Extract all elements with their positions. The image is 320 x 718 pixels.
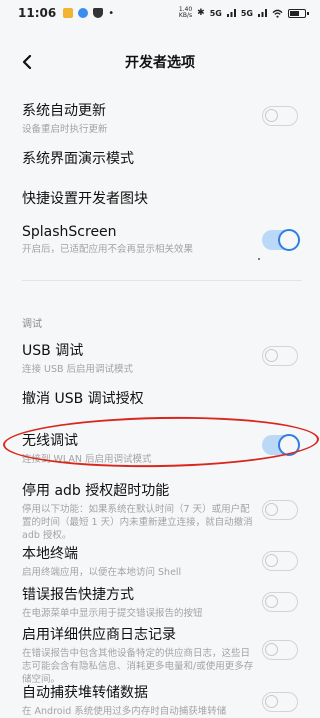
back-button[interactable]: [14, 48, 42, 76]
signal-bars-icon: [258, 9, 267, 17]
toggle-switch[interactable]: [262, 106, 298, 126]
setting-description: 开启后，已适配应用不会再显示相关效果: [22, 244, 194, 255]
setting-label: 自动捕获堆转储数据: [22, 685, 148, 701]
battery-icon: [288, 8, 309, 18]
bluetooth-icon: ✱: [197, 8, 205, 18]
setting-auto-heap-dump[interactable]: 自动捕获堆转储数据 在 Android 系统使用过多内存时自动捕获堆转储: [22, 682, 302, 718]
page-header: 开发者选项: [0, 44, 320, 80]
signal-bars-icon: [226, 9, 236, 17]
setting-system-ui-demo-mode[interactable]: 系统界面演示模式: [22, 148, 302, 168]
setting-label: 撤消 USB 调试授权: [22, 391, 144, 407]
setting-description: 在错误报告中包含其他设备特定的供应商日志，这些日志可能会含有隐私信息、消耗更多电…: [22, 648, 254, 685]
wifi-icon: [272, 9, 283, 18]
shield-icon: [93, 8, 104, 18]
toggle-switch[interactable]: [262, 551, 298, 571]
setting-quick-settings-tiles[interactable]: 快捷设置开发者图块: [22, 188, 302, 208]
setting-description: 停用以下功能：如果系统在默认时间（7 天）或用户配置的时间（最短 1 天）内未重…: [22, 504, 253, 541]
setting-label: 错误报告快捷方式: [22, 587, 134, 603]
status-time: 11:06: [18, 6, 57, 20]
setting-label: 本地终端: [22, 546, 78, 562]
status-bar: 11:06 • 1.40 KB/s ✱ 5G 5G: [0, 0, 320, 26]
setting-description: 在 Android 系统使用过多内存时自动捕获堆转储: [22, 706, 227, 717]
decorative-dot: [258, 258, 260, 260]
toggle-switch[interactable]: [262, 500, 298, 520]
setting-usb-debugging[interactable]: USB 调试 连接 USB 后启用调试模式: [22, 340, 302, 376]
setting-label: 系统自动更新: [22, 103, 106, 119]
setting-description: 连接 USB 后启用调试模式: [22, 364, 134, 375]
setting-label: SplashScreen: [22, 224, 117, 240]
section-header-debug: 调试: [22, 319, 42, 330]
signal-5g-1: 5G: [209, 8, 222, 18]
setting-local-terminal[interactable]: 本地终端 启用终端应用，以便在本地访问 Shell: [22, 543, 302, 579]
setting-revoke-usb-debugging[interactable]: 撤消 USB 调试授权: [22, 388, 302, 408]
setting-splashscreen[interactable]: SplashScreen 开启后，已适配应用不会再显示相关效果: [22, 224, 302, 256]
more-dots-icon: •: [108, 7, 115, 19]
setting-description: 启用终端应用，以便在本地访问 Shell: [22, 567, 182, 578]
setting-description: 在电源菜单中显示用于提交错误报告的按钮: [22, 608, 203, 619]
toggle-switch[interactable]: [262, 346, 298, 366]
toggle-switch[interactable]: [262, 640, 298, 660]
setting-description: 设备重启时执行更新: [22, 124, 108, 135]
notification-app-icon: [78, 8, 89, 18]
toggle-switch[interactable]: [262, 692, 298, 712]
setting-bug-report-shortcut[interactable]: 错误报告快捷方式 在电源菜单中显示用于提交错误报告的按钮: [22, 584, 302, 620]
toggle-switch[interactable]: [262, 229, 300, 251]
setting-verbose-vendor-logging[interactable]: 启用详细供应商日志记录 在错误报告中包含其他设备特定的供应商日志，这些日志可能会…: [22, 624, 302, 686]
setting-label: 快捷设置开发者图块: [22, 191, 148, 207]
setting-label: USB 调试: [22, 343, 84, 359]
setting-label: 系统界面演示模式: [22, 151, 134, 167]
notification-app-icon: [63, 8, 74, 18]
setting-label: 停用 adb 授权超时功能: [22, 483, 170, 499]
toggle-switch[interactable]: [262, 592, 298, 612]
page-title: 开发者选项: [125, 55, 195, 71]
back-arrow-icon: [22, 55, 32, 69]
signal-5g-2: 5G: [240, 8, 253, 18]
setting-system-auto-update[interactable]: 系统自动更新 设备重启时执行更新: [22, 100, 302, 136]
setting-label: 启用详细供应商日志记录: [22, 627, 176, 643]
network-speed: 1.40 KB/s: [178, 6, 193, 19]
divider: [22, 280, 302, 281]
setting-disable-adb-timeout[interactable]: 停用 adb 授权超时功能 停用以下功能：如果系统在默认时间（7 天）或用户配置…: [22, 480, 302, 542]
